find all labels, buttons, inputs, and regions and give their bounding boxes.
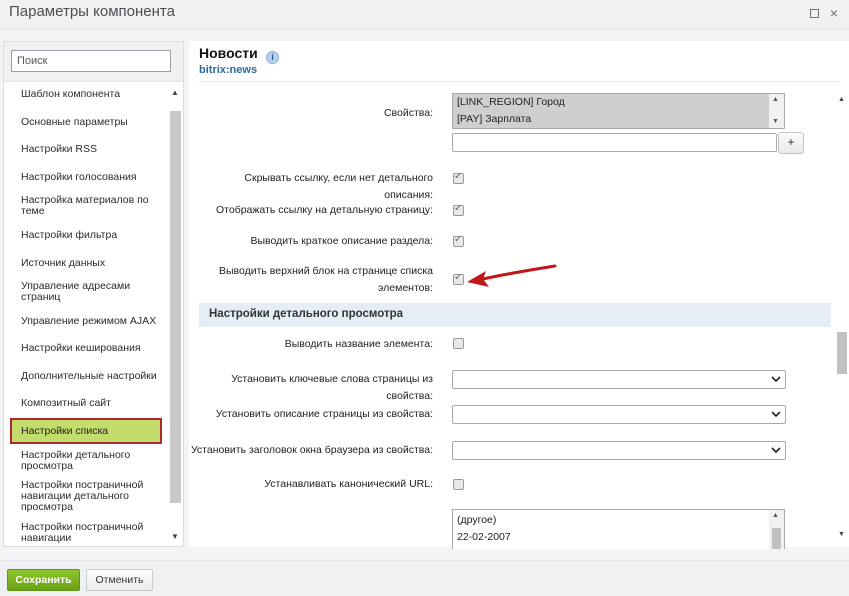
window-titlebar: Параметры компонента ×: [0, 0, 849, 30]
scroll-down-icon[interactable]: ▼: [838, 531, 845, 539]
top-block-checkbox[interactable]: [453, 272, 464, 285]
sidebar-item-detail-pager[interactable]: Настройки постраничной навигации детальн…: [10, 480, 162, 513]
chevron-down-icon: [771, 447, 781, 454]
sidebar: Шаблон компонента Основные параметры Нас…: [3, 41, 184, 547]
detail-section-title: Настройки детального просмотра: [209, 308, 404, 320]
show-name-label: Выводить название элемента:: [284, 338, 433, 350]
sidebar-nav: Шаблон компонента Основные параметры Нас…: [4, 83, 167, 546]
cancel-button[interactable]: Отменить: [86, 569, 153, 591]
show-link-label: Отображать ссылку на детальную страницу:: [216, 204, 433, 216]
sidebar-scroll-thumb[interactable]: [170, 111, 181, 503]
keywords-select[interactable]: [452, 370, 786, 389]
scroll-up-icon[interactable]: ▲: [772, 96, 779, 104]
list-item[interactable]: 22-02-2007: [453, 529, 784, 546]
sidebar-item-main-params[interactable]: Основные параметры: [10, 117, 162, 128]
sidebar-item-filter[interactable]: Настройки фильтра: [10, 230, 162, 241]
sidebar-item-detail[interactable]: Настройки детального просмотра: [10, 450, 162, 472]
description-select[interactable]: [452, 405, 786, 424]
top-block-label: Выводить верхний блок на странице списка…: [219, 265, 433, 294]
sidebar-item-voting[interactable]: Настройки голосования: [10, 172, 162, 183]
dialog-footer: Сохранить Отменить: [0, 560, 849, 596]
section-desc-label: Выводить краткое описание раздела:: [250, 235, 433, 247]
description-label: Установить описание страницы из свойства…: [215, 408, 433, 420]
sidebar-item-data-source[interactable]: Источник данных: [10, 258, 162, 269]
sidebar-item-additional[interactable]: Дополнительные настройки: [10, 371, 162, 382]
search-input[interactable]: [11, 50, 171, 72]
hide-link-checkbox[interactable]: [453, 171, 464, 184]
list-item[interactable]: (другое): [453, 512, 784, 529]
sidebar-item-ajax[interactable]: Управление режимом AJAX: [10, 316, 162, 327]
section-desc-checkbox[interactable]: [453, 234, 464, 247]
scroll-up-icon[interactable]: ▲: [838, 96, 845, 104]
component-code: bitrix:news: [199, 64, 258, 76]
main-pane: Новости i bitrix:news Свойства: [LINK_RE…: [189, 41, 849, 549]
sidebar-item-urls[interactable]: Управление адресами страниц: [10, 281, 162, 303]
browser-title-select[interactable]: [452, 441, 786, 460]
show-name-checkbox[interactable]: [453, 338, 464, 349]
info-icon[interactable]: i: [266, 51, 279, 64]
sidebar-item-cache[interactable]: Настройки кеширования: [10, 343, 162, 354]
save-button[interactable]: Сохранить: [7, 569, 80, 591]
chevron-down-icon: [771, 376, 781, 383]
show-link-checkbox[interactable]: [453, 203, 464, 216]
add-property-button[interactable]: +: [778, 132, 804, 154]
hide-link-label: Скрывать ссылку, если нет детального опи…: [244, 172, 433, 201]
header-divider: [199, 81, 839, 82]
sidebar-search-area: [4, 42, 183, 82]
sidebar-item-related[interactable]: Настройка материалов по теме: [10, 195, 162, 217]
scroll-down-icon[interactable]: ▼: [171, 532, 179, 542]
sidebar-scrollbar[interactable]: ▲ ▼: [168, 83, 182, 546]
browser-title-label: Установить заголовок окна браузера из св…: [190, 444, 433, 456]
properties-label: Свойства:: [383, 107, 433, 119]
detail-section-header: Настройки детального просмотра: [199, 303, 831, 327]
sidebar-item-list-settings[interactable]: Настройки списка: [10, 418, 162, 444]
main-scrollbar[interactable]: ▲ ▼: [834, 93, 849, 545]
scroll-down-icon[interactable]: ▼: [772, 118, 779, 126]
component-title: Новости: [199, 45, 258, 61]
keywords-label: Установить ключевые слова страницы из св…: [231, 373, 433, 402]
date-format-listbox[interactable]: (другое) 22-02-2007 ▲: [452, 509, 785, 549]
minimize-icon[interactable]: [808, 7, 820, 19]
window-title: Параметры компонента: [9, 3, 175, 20]
date-format-scroll-thumb[interactable]: [772, 528, 781, 549]
sidebar-item-pager[interactable]: Настройки постраничной навигации: [10, 522, 162, 544]
close-icon[interactable]: ×: [828, 6, 840, 20]
sidebar-item-composite[interactable]: Композитный сайт: [10, 398, 162, 409]
properties-listbox[interactable]: [LINK_REGION] Город [PAY] Зарплата ▲ ▼: [452, 93, 785, 129]
properties-scrollbar[interactable]: ▲ ▼: [769, 94, 784, 128]
scroll-up-icon[interactable]: ▲: [171, 88, 179, 98]
chevron-down-icon: [771, 411, 781, 418]
scroll-up-icon[interactable]: ▲: [772, 512, 779, 520]
sidebar-item-template[interactable]: Шаблон компонента: [10, 89, 162, 100]
canonical-label: Устанавливать канонический URL:: [264, 478, 433, 490]
canonical-checkbox[interactable]: [453, 479, 464, 490]
property-text-input[interactable]: [452, 133, 777, 152]
date-format-scrollbar[interactable]: ▲: [769, 510, 784, 549]
sidebar-item-rss[interactable]: Настройки RSS: [10, 144, 162, 155]
list-item[interactable]: [PAY] Зарплата: [453, 111, 784, 128]
main-scroll-thumb[interactable]: [837, 332, 847, 374]
list-item[interactable]: [LINK_REGION] Город: [453, 94, 784, 111]
